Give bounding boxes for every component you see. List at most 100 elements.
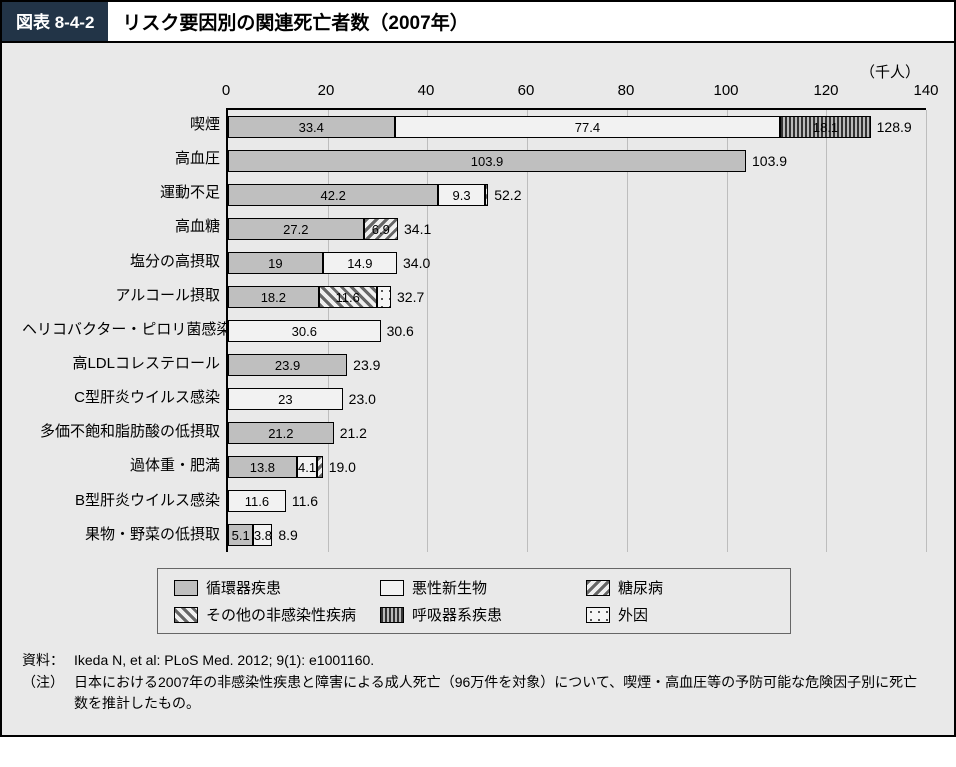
legend-item-ncd: その他の非感染性疾病 <box>174 604 362 625</box>
x-axis: 020406080100120140 <box>226 82 926 108</box>
title-bar: 図表 8-4-2 リスク要因別の関連死亡者数（2007年） <box>2 2 954 43</box>
bar-row: 19 14.9 34.0 <box>228 246 926 280</box>
bar-total: 34.1 <box>404 221 431 237</box>
bar-segment-ncd: 11.6 <box>319 286 377 308</box>
swatch-cancer <box>380 580 404 596</box>
bar-row: 21.2 21.2 <box>228 416 926 450</box>
bar-segment-cancer: 3.8 <box>253 524 272 546</box>
footnotes: 資料： Ikeda N, et al: PLoS Med. 2012; 9(1)… <box>22 650 926 715</box>
bar-total: 30.6 <box>387 323 414 339</box>
gridline <box>926 110 927 552</box>
bar-segment-cardio: 42.2 <box>228 184 438 206</box>
swatch-resp <box>380 607 404 623</box>
bar-total: 103.9 <box>752 153 787 169</box>
bar-row: 18.2 11.6 32.7 <box>228 280 926 314</box>
bar-segment-cancer: 30.6 <box>228 320 381 342</box>
segment-value: 77.4 <box>573 120 602 135</box>
bar-total: 21.2 <box>340 425 367 441</box>
legend-label: 呼吸器系疾患 <box>412 604 502 625</box>
x-tick: 60 <box>518 82 535 99</box>
bar-segment-cancer: 77.4 <box>395 116 781 138</box>
y-tick-label: 高血圧 <box>22 142 220 176</box>
bar-segment-cardio: 13.8 <box>228 456 297 478</box>
legend-item-cancer: 悪性新生物 <box>380 577 568 598</box>
legend-item-diabetes: 糖尿病 <box>586 577 774 598</box>
segment-value: 18.2 <box>259 290 288 305</box>
bar-row: 11.611.6 <box>228 484 926 518</box>
bar-segment-cardio: 18.2 <box>228 286 319 308</box>
segment-value: 13.8 <box>248 460 277 475</box>
bar-segment-diabetes: 6.9 <box>364 218 398 240</box>
legend-item-cardio: 循環器疾患 <box>174 577 362 598</box>
bar-row: 33.477.418.1128.9 <box>228 110 926 144</box>
swatch-cardio <box>174 580 198 596</box>
bar-segment-cardio: 19 <box>228 252 323 274</box>
segment-value: 21.2 <box>266 426 295 441</box>
y-tick-label: B型肝炎ウイルス感染 <box>22 484 220 518</box>
segment-value: 18.1 <box>811 120 840 135</box>
bar-total: 23.0 <box>349 391 376 407</box>
bar-segment-diabetes <box>485 184 488 206</box>
bar-segment-ext <box>377 286 391 308</box>
y-tick-label: アルコール摂取 <box>22 279 220 313</box>
chart-area: （千人） 喫煙高血圧運動不足高血糖塩分の高摂取アルコール摂取ヘリコバクター・ピロ… <box>2 43 954 735</box>
x-tick: 120 <box>813 82 838 99</box>
segment-value: 19 <box>266 256 284 271</box>
bar-segment-cardio: 103.9 <box>228 150 746 172</box>
y-tick-label: C型肝炎ウイルス感染 <box>22 381 220 415</box>
legend-label: 外因 <box>618 604 648 625</box>
bar-row: 5.13.8 8.9 <box>228 518 926 552</box>
legend-item-resp: 呼吸器系疾患 <box>380 604 568 625</box>
segment-value: 11.6 <box>243 494 271 509</box>
segment-value: 11.6 <box>333 290 361 305</box>
bar-row: 23.923.9 <box>228 348 926 382</box>
y-tick-label: 多価不飽和脂肪酸の低摂取 <box>22 415 220 449</box>
unit-label: （千人） <box>860 61 920 82</box>
bars-container: 33.477.418.1128.9103.9103.942.29.352.227… <box>226 108 926 552</box>
bar-row: 13.84.119.0 <box>228 450 926 484</box>
bar-segment-cardio: 27.2 <box>228 218 364 240</box>
segment-value: 23 <box>276 392 294 407</box>
bar-segment-cardio: 33.4 <box>228 116 395 138</box>
legend-label: 糖尿病 <box>618 577 663 598</box>
segment-value: 5.1 <box>230 528 252 543</box>
bar-segment-cancer: 11.6 <box>228 490 286 512</box>
y-tick-label: 塩分の高摂取 <box>22 245 220 279</box>
y-tick-label: 過体重・肥満 <box>22 449 220 483</box>
segment-value: 42.2 <box>319 188 348 203</box>
legend-label: 悪性新生物 <box>412 577 487 598</box>
legend: 循環器疾患 悪性新生物 糖尿病 その他の非感染性疾病 呼吸器系疾患 外因 <box>157 568 791 634</box>
bar-row: 30.6 30.6 <box>228 314 926 348</box>
bar-segment-cancer: 4.1 <box>297 456 317 478</box>
segment-value: 6.9 <box>370 222 392 237</box>
x-tick: 80 <box>618 82 635 99</box>
y-tick-label: 高血糖 <box>22 210 220 244</box>
x-tick: 0 <box>222 82 230 99</box>
swatch-ncd <box>174 607 198 623</box>
x-tick: 40 <box>418 82 435 99</box>
bar-total: 8.9 <box>278 527 297 543</box>
x-tick: 20 <box>318 82 335 99</box>
bar-total: 52.2 <box>494 187 521 203</box>
y-tick-label: 高LDLコレステロール <box>22 347 220 381</box>
legend-label: 循環器疾患 <box>206 577 281 598</box>
swatch-diabetes <box>586 580 610 596</box>
bar-total: 32.7 <box>397 289 424 305</box>
bar-row: 27.2 6.9 34.1 <box>228 212 926 246</box>
bar-total: 34.0 <box>403 255 430 271</box>
x-tick: 140 <box>913 82 938 99</box>
bar-segment-cardio: 5.1 <box>228 524 253 546</box>
plot: 喫煙高血圧運動不足高血糖塩分の高摂取アルコール摂取ヘリコバクター・ピロリ菌感染高… <box>22 82 926 552</box>
segment-value: 3.8 <box>252 528 274 543</box>
legend-label: その他の非感染性疾病 <box>206 604 356 625</box>
bar-row: 23 23.0 <box>228 382 926 416</box>
figure-frame: 図表 8-4-2 リスク要因別の関連死亡者数（2007年） （千人） 喫煙高血圧… <box>0 0 956 737</box>
bar-segment-cancer: 14.9 <box>323 252 397 274</box>
bar-total: 23.9 <box>353 357 380 373</box>
note-label: （注） <box>22 672 64 715</box>
segment-value: 4.1 <box>296 460 318 475</box>
segment-value: 9.3 <box>451 188 473 203</box>
figure-title: リスク要因別の関連死亡者数（2007年） <box>108 2 954 41</box>
bar-segment-cancer: 23 <box>228 388 343 410</box>
bar-row: 103.9 103.9 <box>228 144 926 178</box>
